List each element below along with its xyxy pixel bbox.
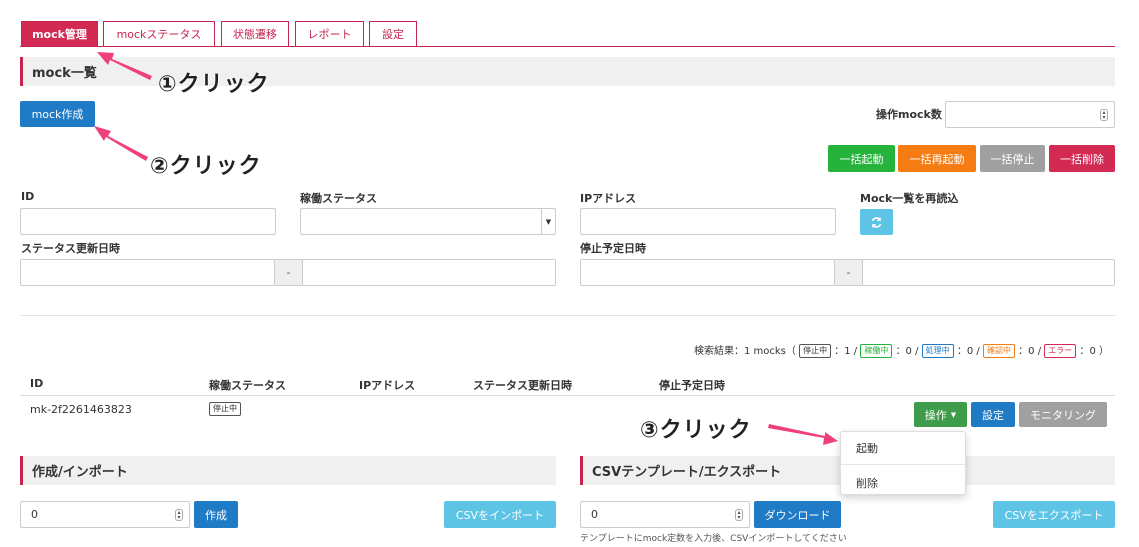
- annotation-arrow-icon: [97, 52, 152, 80]
- annotation-arrow-icon: [94, 126, 148, 161]
- annotation-step2: ②クリック: [150, 154, 262, 179]
- annotation-step3: ③クリック: [640, 418, 752, 443]
- annotation-step1: ①クリック: [158, 72, 270, 97]
- annotation-arrow-icon: [768, 424, 838, 445]
